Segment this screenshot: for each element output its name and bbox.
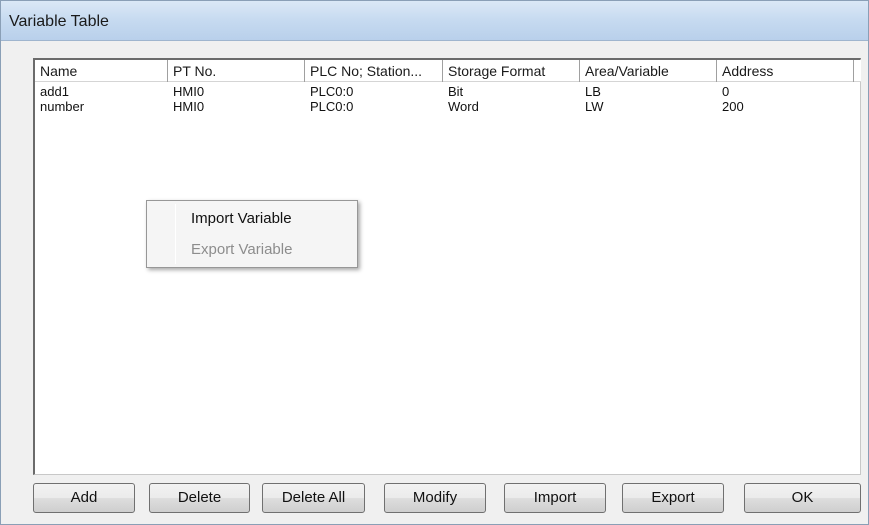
- menu-item-import-variable[interactable]: Import Variable: [191, 210, 292, 227]
- column-header-address[interactable]: Address: [717, 60, 854, 82]
- cell-name: number: [40, 99, 85, 114]
- cell-area-variable: LB: [585, 84, 601, 99]
- list-header: Name PT No. PLC No; Station... Storage F…: [35, 60, 861, 82]
- title-bar: Variable Table: [1, 1, 868, 41]
- column-header-pt-no[interactable]: PT No.: [168, 60, 305, 82]
- window-title: Variable Table: [9, 13, 109, 30]
- column-header-name[interactable]: Name: [35, 60, 168, 82]
- context-menu-gutter: [175, 204, 176, 264]
- ok-button[interactable]: OK: [744, 483, 861, 513]
- cell-storage-format: Word: [448, 99, 479, 114]
- cell-address: 200: [722, 99, 744, 114]
- cell-name: add1: [40, 84, 69, 99]
- add-button[interactable]: Add: [33, 483, 135, 513]
- menu-item-export-variable: Export Variable: [191, 241, 293, 258]
- import-button[interactable]: Import: [504, 483, 606, 513]
- export-button[interactable]: Export: [622, 483, 724, 513]
- context-menu: Import Variable Export Variable: [146, 200, 358, 268]
- cell-plc-no-station: PLC0:0: [310, 99, 354, 114]
- delete-all-button[interactable]: Delete All: [262, 483, 365, 513]
- delete-button[interactable]: Delete: [149, 483, 250, 513]
- cell-plc-no-station: PLC0:0: [310, 84, 354, 99]
- cell-pt-no: HMI0: [173, 99, 205, 114]
- cell-storage-format: Bit: [448, 84, 464, 99]
- table-row[interactable]: add1 HMI0 PLC0:0 Bit LB 0: [35, 84, 861, 99]
- cell-address: 0: [722, 84, 730, 99]
- modify-button[interactable]: Modify: [384, 483, 486, 513]
- column-header-area-variable[interactable]: Area/Variable: [580, 60, 717, 82]
- table-row[interactable]: number HMI0 PLC0:0 Word LW 200: [35, 99, 861, 114]
- cell-pt-no: HMI0: [173, 84, 205, 99]
- variable-table-window: Variable Table Name PT No. PLC No; Stati…: [0, 0, 869, 525]
- column-header-storage-format[interactable]: Storage Format: [443, 60, 580, 82]
- column-header-plc-no-station[interactable]: PLC No; Station...: [305, 60, 443, 82]
- cell-area-variable: LW: [585, 99, 604, 114]
